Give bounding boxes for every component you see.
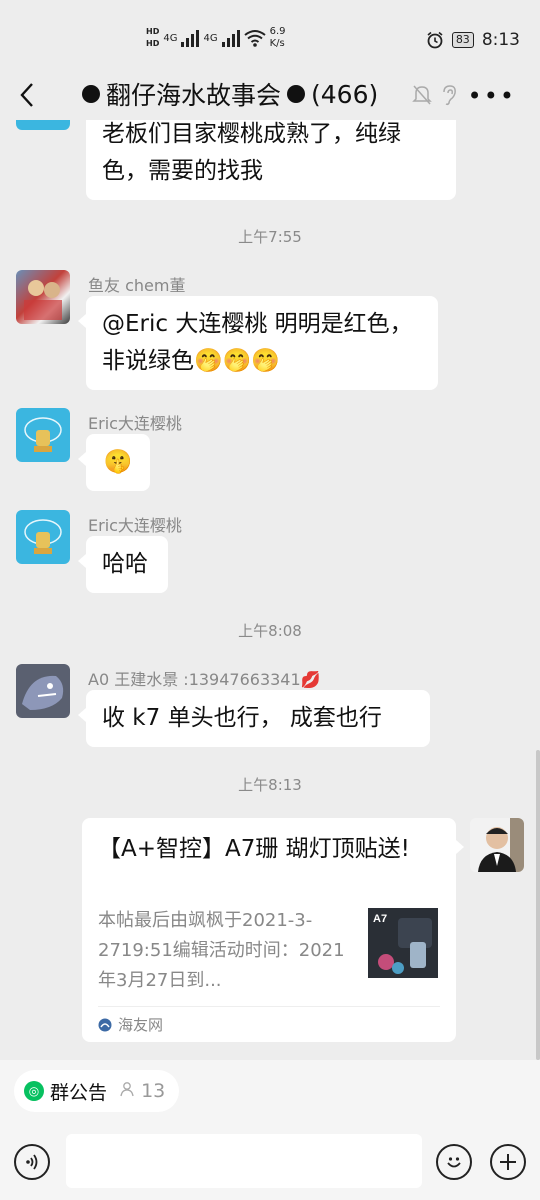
message-text: @Eric 大连樱桃 明明是红色，非说绿色🤭🤭🤭	[102, 311, 413, 374]
signal-icon	[181, 29, 200, 47]
avatar-image	[478, 818, 524, 872]
link-card[interactable]: 【A+智控】A7珊 瑚灯顶贴送! 本帖最后由飒枫于2021-3-2719:51编…	[82, 818, 464, 1042]
link-card-source-name: 海友网	[118, 1016, 164, 1034]
network-speed-unit: K/s	[269, 38, 285, 49]
group-tools-bar: ◎ 群公告 13	[0, 1060, 540, 1120]
network-type-1: 4G	[163, 32, 178, 44]
avatar[interactable]	[16, 664, 70, 718]
title-dot-icon	[82, 85, 100, 103]
emoji-icon	[447, 1157, 461, 1168]
plus-icon	[500, 1154, 516, 1170]
avatar-image	[24, 280, 62, 320]
group-name: 翻仔海水故事会	[106, 81, 282, 110]
message-input[interactable]	[66, 1134, 422, 1188]
avatar[interactable]	[16, 408, 70, 462]
avatar-image	[24, 417, 62, 452]
more-options-icon[interactable]: •••	[468, 82, 516, 110]
person-icon	[120, 1082, 134, 1097]
notice-count: 13	[141, 1080, 166, 1102]
avatar-image	[24, 519, 62, 554]
timestamp: 上午8:08	[238, 622, 302, 640]
network-status: HD HD 4G 4G 6.9 K/s	[146, 26, 286, 49]
mute-bell-icon	[412, 85, 432, 105]
avatar[interactable]	[16, 270, 70, 324]
message-bubble[interactable]: 哈哈	[78, 536, 168, 593]
avatar[interactable]	[470, 818, 524, 872]
chat-header: 翻仔海水故事会 (466) •••	[0, 70, 540, 120]
message-text: 🤫	[103, 449, 133, 475]
signal-icon	[221, 29, 240, 47]
link-card-title: 【A+智控】A7珊 瑚灯顶贴送!	[98, 836, 410, 862]
link-card-description: 本帖最后由飒枫于2021-3-2719:51编辑活动时间：2021年3月27日到…	[98, 910, 345, 991]
avatar-image	[22, 675, 64, 710]
clock: 8:13	[481, 30, 520, 50]
battery-icon: 83	[451, 32, 474, 48]
alarm-icon	[427, 31, 443, 49]
sender-name: A0 王建水景 :13947663341💋	[88, 670, 321, 689]
timestamp: 上午8:13	[238, 776, 302, 794]
avatar[interactable]	[16, 510, 70, 564]
message-list[interactable]: 老板们目家樱桃成熟了，纯绿色，需要的找我 上午7:55 鱼友 chem董 @Er…	[0, 120, 540, 1060]
timestamp: 上午7:55	[238, 228, 302, 246]
ear-icon	[443, 85, 456, 106]
network-type-2: 4G	[203, 32, 218, 44]
wifi-icon	[243, 30, 266, 47]
thumbnail-label: A7	[373, 913, 387, 925]
back-arrow-icon[interactable]	[16, 80, 40, 110]
source-logo-icon	[98, 1018, 112, 1031]
message-text: 哈哈	[102, 551, 148, 577]
group-notice-label: 群公告	[50, 1081, 108, 1104]
link-card-thumbnail: A7	[368, 908, 438, 978]
voice-icon	[26, 1154, 38, 1170]
sender-name: Eric大连樱桃	[88, 414, 182, 433]
message-bubble[interactable]: @Eric 大连樱桃 明明是红色，非说绿色🤭🤭🤭	[78, 296, 438, 390]
network-speed: 6.9	[269, 26, 286, 37]
more-functions-button[interactable]	[490, 1144, 526, 1180]
avatar[interactable]	[16, 120, 70, 130]
message-text: 收 k7 单头也行， 成套也行	[102, 705, 382, 731]
scrollbar[interactable]	[536, 750, 540, 1060]
status-bar: HD HD 4G 4G 6.9 K/s 83 8:13	[0, 0, 540, 70]
input-bar	[0, 1120, 540, 1200]
message-bubble[interactable]: 老板们目家樱桃成熟了，纯绿色，需要的找我	[86, 120, 456, 200]
message-bubble[interactable]: 🤫	[78, 434, 150, 491]
message-text: 老板们目家樱桃成熟了，纯绿色，需要的找我	[102, 121, 401, 184]
voice-toggle-button[interactable]	[14, 1144, 50, 1180]
message-bubble[interactable]: 收 k7 单头也行， 成套也行	[78, 690, 430, 747]
emoji-button[interactable]	[436, 1144, 472, 1180]
link-card-source: 海友网	[98, 1014, 163, 1035]
chat-title: 翻仔海水故事会 (466)	[82, 76, 378, 112]
group-notice-button[interactable]: ◎ 群公告 13	[14, 1070, 180, 1112]
sender-name: Eric大连樱桃	[88, 516, 182, 535]
member-count: (466)	[311, 79, 379, 109]
title-dot-icon	[287, 85, 306, 103]
sender-name: 鱼友 chem董	[88, 276, 186, 295]
notice-icon: ◎	[24, 1081, 44, 1101]
